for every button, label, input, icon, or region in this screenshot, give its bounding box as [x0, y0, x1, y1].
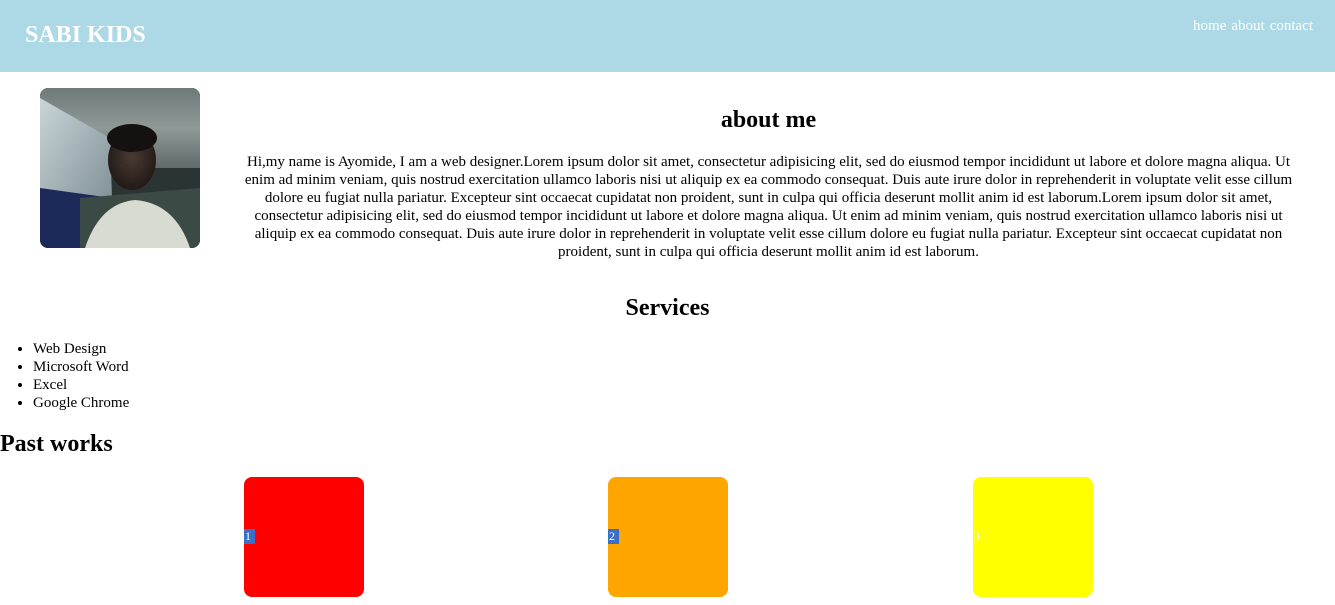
- list-item: Google Chrome: [33, 394, 129, 412]
- work-tile-number: 2: [608, 529, 619, 544]
- nav-link-about[interactable]: about: [1231, 17, 1264, 35]
- work-tile-1[interactable]: 1: [244, 477, 364, 597]
- past-works-title: Past works: [0, 431, 113, 457]
- site-brand[interactable]: SABI KIDS: [25, 21, 146, 49]
- list-item: Web Design: [33, 340, 129, 358]
- site-header: SABI KIDS home about contact: [0, 0, 1335, 72]
- services-list: Web Design Microsoft Word Excel Google C…: [0, 340, 129, 412]
- about-title: about me: [720, 107, 817, 133]
- services-title: Services: [625, 295, 710, 321]
- work-tile-number: 3: [974, 529, 980, 543]
- work-tile-3[interactable]: 3: [973, 477, 1093, 597]
- nav-link-home[interactable]: home: [1193, 17, 1226, 35]
- about-text: Hi,my name is Ayomide, I am a web design…: [244, 154, 1293, 260]
- profile-photo: [40, 88, 200, 248]
- profile-photo-image: [40, 88, 200, 248]
- nav-link-contact[interactable]: contact: [1270, 17, 1313, 35]
- list-item: Microsoft Word: [33, 358, 129, 376]
- list-item: Excel: [33, 376, 129, 394]
- work-tile-2[interactable]: 2: [608, 477, 728, 597]
- work-tile-number: 1: [244, 529, 255, 544]
- main-nav: home about contact: [1193, 17, 1313, 35]
